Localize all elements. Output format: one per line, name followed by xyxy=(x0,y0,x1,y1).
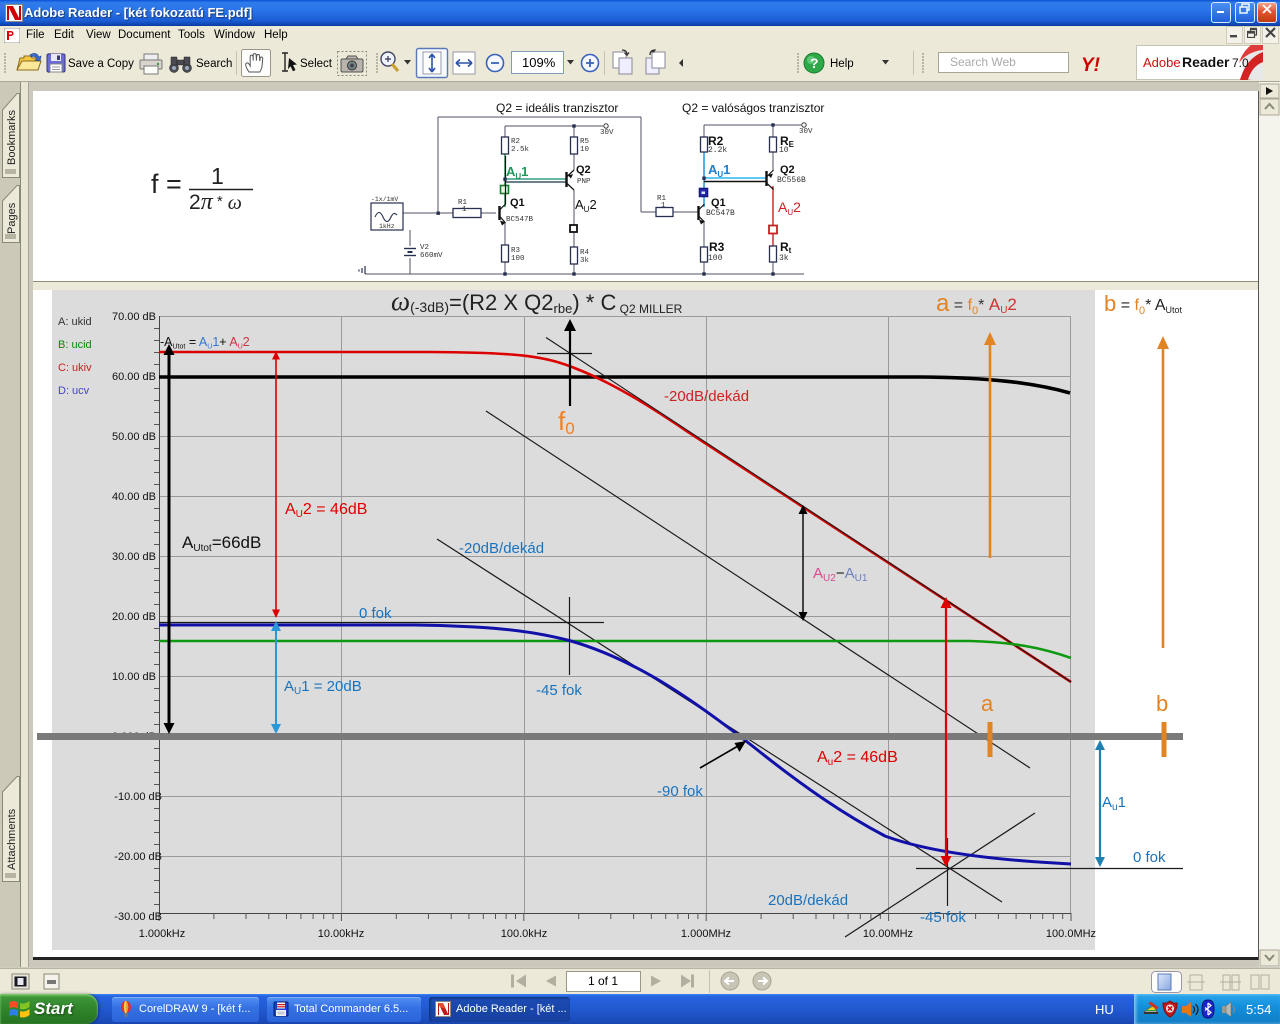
svg-text:109%: 109% xyxy=(522,55,556,70)
svg-text:7.0: 7.0 xyxy=(1232,56,1249,70)
svg-text:Search: Search xyxy=(196,58,232,70)
svg-text:1: 1 xyxy=(661,202,666,210)
svg-text:Y!: Y! xyxy=(1081,55,1100,76)
svg-text:3k: 3k xyxy=(580,257,590,265)
svg-text:B: ucid: B: ucid xyxy=(58,339,92,351)
svg-text:Adobe: Adobe xyxy=(1143,55,1181,70)
svg-text:C: ukiv: C: ukiv xyxy=(58,362,92,374)
svg-text:2.2k: 2.2k xyxy=(708,146,727,155)
svg-text:10.00kHz: 10.00kHz xyxy=(318,928,364,940)
svg-text:Bookmarks: Bookmarks xyxy=(6,109,18,165)
svg-text:PNP: PNP xyxy=(577,178,591,186)
svg-text:100: 100 xyxy=(708,254,723,263)
svg-text:-1x/1mV: -1x/1mV xyxy=(371,196,398,203)
svg-text:Help: Help xyxy=(830,58,854,70)
svg-text:-30.00 dB: -30.00 dB xyxy=(114,911,162,923)
svg-text:30.00 dB: 30.00 dB xyxy=(112,551,156,563)
svg-text:20.00 dB: 20.00 dB xyxy=(112,611,156,623)
svg-text:1.000kHz: 1.000kHz xyxy=(139,928,185,940)
svg-text:Select: Select xyxy=(300,58,333,70)
svg-text:40.00 dB: 40.00 dB xyxy=(112,491,156,503)
svg-text:0 fok: 0 fok xyxy=(1133,849,1166,866)
svg-text:10: 10 xyxy=(779,146,789,155)
svg-text:a: a xyxy=(981,691,994,716)
svg-text:R3: R3 xyxy=(511,247,521,255)
svg-text:660mV: 660mV xyxy=(420,252,443,260)
svg-text:Save a Copy: Save a Copy xyxy=(68,58,134,70)
svg-text:30V: 30V xyxy=(799,128,813,136)
svg-text:Q2: Q2 xyxy=(780,164,795,176)
svg-text:1 of 1: 1 of 1 xyxy=(588,974,618,988)
svg-text:0 fok: 0 fok xyxy=(359,605,392,622)
svg-text:R3: R3 xyxy=(709,240,725,254)
svg-text:100.0kHz: 100.0kHz xyxy=(501,928,547,940)
svg-text:30V: 30V xyxy=(600,129,614,137)
svg-text:3k: 3k xyxy=(779,254,789,263)
svg-text:-90 fok: -90 fok xyxy=(657,783,703,800)
svg-text:60.00 dB: 60.00 dB xyxy=(112,371,156,383)
svg-text:1.000MHz: 1.000MHz xyxy=(681,928,731,940)
svg-text:R5: R5 xyxy=(580,138,590,146)
svg-text:1: 1 xyxy=(462,206,467,214)
svg-text:R2: R2 xyxy=(511,138,520,146)
svg-text:BC547B: BC547B xyxy=(706,209,735,218)
svg-text:-10.00 dB: -10.00 dB xyxy=(114,791,162,803)
svg-text:R4: R4 xyxy=(580,249,590,257)
svg-text:1kHz: 1kHz xyxy=(379,223,395,230)
svg-text:2.5k: 2.5k xyxy=(511,146,530,154)
svg-text:b: b xyxy=(1156,691,1168,716)
svg-text:Attachments: Attachments xyxy=(6,808,18,870)
svg-text:A: ukid: A: ukid xyxy=(58,316,92,328)
svg-text:BC556B: BC556B xyxy=(777,176,806,185)
svg-text:-20.00 dB: -20.00 dB xyxy=(114,851,162,863)
svg-text:Q1: Q1 xyxy=(711,197,726,209)
svg-text:Pages: Pages xyxy=(6,202,18,234)
svg-text:20dB/dekád: 20dB/dekád xyxy=(768,892,848,909)
svg-text:5:54: 5:54 xyxy=(1246,1002,1271,1017)
svg-text:70.00 dB: 70.00 dB xyxy=(112,311,156,323)
svg-text:10: 10 xyxy=(580,146,590,154)
svg-text:Q2 = valóságos tranzisztor: Q2 = valóságos tranzisztor xyxy=(682,101,824,115)
svg-text:Q2 = ideális tranzisztor: Q2 = ideális tranzisztor xyxy=(496,101,618,115)
svg-text:BC547B: BC547B xyxy=(506,216,534,224)
svg-text:f =: f = xyxy=(151,169,182,199)
svg-text:D: ucv: D: ucv xyxy=(58,385,90,397)
svg-text:-20dB/dekád: -20dB/dekád xyxy=(664,388,749,405)
svg-text:10.00 dB: 10.00 dB xyxy=(112,671,156,683)
svg-text:100.0MHz: 100.0MHz xyxy=(1046,928,1096,940)
svg-text:Reader: Reader xyxy=(1182,54,1230,70)
svg-text:V2: V2 xyxy=(420,244,429,252)
svg-text:100: 100 xyxy=(511,255,525,263)
svg-text:50.00 dB: 50.00 dB xyxy=(112,431,156,443)
svg-text:-20dB/dekád: -20dB/dekád xyxy=(459,540,544,557)
svg-text:Search Web: Search Web xyxy=(950,55,1016,69)
svg-text:10.00MHz: 10.00MHz xyxy=(863,928,913,940)
svg-text:1: 1 xyxy=(211,163,224,189)
svg-text:-45 fok: -45 fok xyxy=(536,682,582,699)
svg-text:?: ? xyxy=(810,55,819,71)
svg-text:Q1: Q1 xyxy=(510,197,525,209)
svg-text:-45 fok: -45 fok xyxy=(920,909,966,926)
svg-text:Q2: Q2 xyxy=(576,164,591,176)
